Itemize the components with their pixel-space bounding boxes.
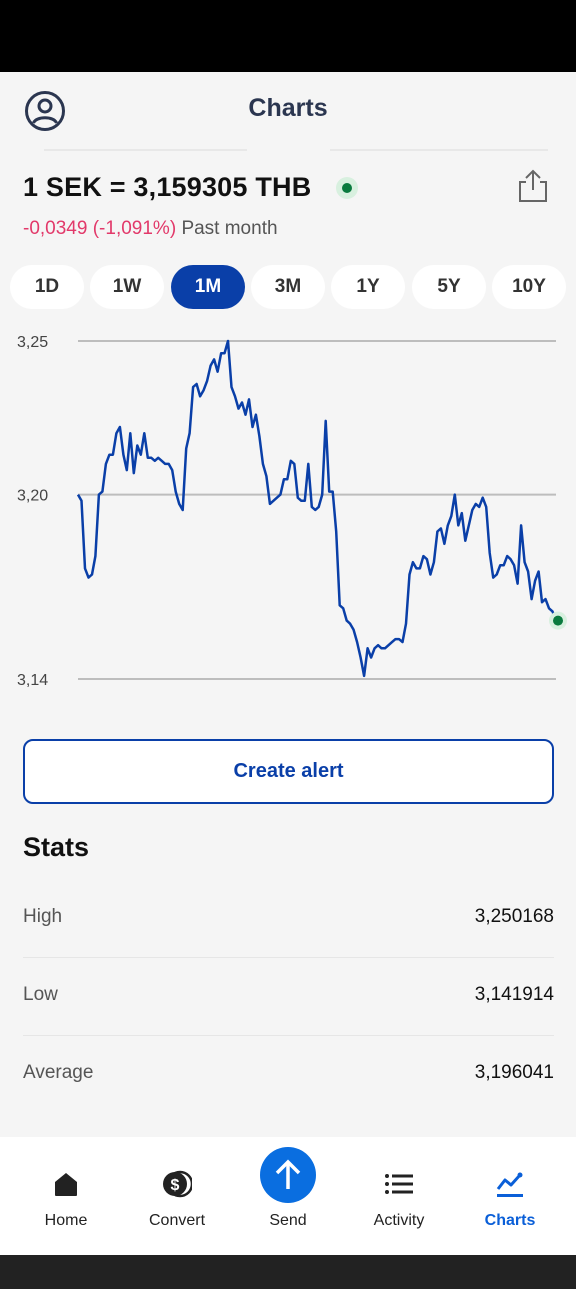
create-alert-button[interactable]: Create alert bbox=[23, 739, 554, 804]
stat-row-average: Average 3,196041 bbox=[23, 1036, 554, 1114]
range-tab-5y[interactable]: 5Y bbox=[412, 265, 486, 309]
stat-label: Average bbox=[23, 1062, 94, 1083]
range-tab-3m[interactable]: 3M bbox=[251, 265, 325, 309]
page-title: Charts bbox=[248, 94, 328, 122]
header-divider-right bbox=[330, 149, 548, 151]
range-tab-1y[interactable]: 1Y bbox=[331, 265, 405, 309]
change-period: Past month bbox=[181, 218, 278, 239]
y-tick-label: 3,14 bbox=[17, 672, 48, 689]
stat-row-high: High 3,250168 bbox=[23, 880, 554, 958]
nav-item-home[interactable]: Home bbox=[11, 1137, 121, 1255]
last-point-marker bbox=[553, 615, 563, 626]
nav-label: Charts bbox=[484, 1212, 536, 1229]
stats-title: Stats bbox=[23, 832, 90, 862]
range-tab-1d[interactable]: 1D bbox=[10, 265, 84, 309]
nav-item-charts[interactable]: Charts bbox=[455, 1137, 565, 1255]
nav-item-send[interactable]: Send bbox=[233, 1137, 343, 1255]
nav-item-convert[interactable]: $ Convert bbox=[122, 1137, 232, 1255]
nav-label: Convert bbox=[148, 1212, 206, 1229]
series-line bbox=[76, 339, 558, 678]
header-divider-left bbox=[44, 149, 247, 151]
stat-label: Low bbox=[23, 984, 58, 1005]
stat-value: 3,141914 bbox=[474, 984, 554, 1005]
svg-text:$: $ bbox=[171, 1177, 180, 1194]
rate-change: -0,0349 (-1,091%) Past month bbox=[23, 218, 278, 240]
change-value: -0,0349 (-1,091%) bbox=[23, 218, 177, 239]
share-icon[interactable] bbox=[516, 168, 550, 204]
bottom-nav: Home $ Convert Send Activity Charts bbox=[0, 1137, 576, 1255]
nav-item-activity[interactable]: Activity bbox=[344, 1137, 454, 1255]
stat-row-low: Low 3,141914 bbox=[23, 958, 554, 1036]
stat-value: 3,250168 bbox=[474, 906, 554, 927]
nav-label: Send bbox=[269, 1212, 307, 1229]
exchange-rate: 1 SEK = 3,159305 THB bbox=[23, 172, 312, 202]
stat-value: 3,196041 bbox=[474, 1062, 554, 1083]
stat-label: High bbox=[23, 906, 63, 927]
range-tab-1m[interactable]: 1M bbox=[171, 265, 245, 309]
rate-chart: 3,25 3,20 3,14 bbox=[17, 334, 567, 689]
range-tabs: 1D 1W 1M 3M 1Y 5Y 10Y bbox=[10, 265, 570, 309]
live-indicator bbox=[336, 177, 358, 199]
activity-icon bbox=[385, 1174, 413, 1194]
header: Charts bbox=[0, 72, 576, 150]
status-bar bbox=[0, 0, 576, 72]
range-tab-1w[interactable]: 1W bbox=[90, 265, 164, 309]
home-icon bbox=[55, 1173, 77, 1196]
nav-label: Activity bbox=[373, 1212, 425, 1229]
y-tick-label: 3,25 bbox=[17, 334, 48, 351]
y-tick-label: 3,20 bbox=[17, 488, 48, 505]
charts-icon bbox=[496, 1172, 523, 1197]
send-icon bbox=[260, 1147, 316, 1203]
range-tab-10y[interactable]: 10Y bbox=[492, 265, 566, 309]
convert-icon: $ bbox=[163, 1170, 192, 1198]
system-nav-bar bbox=[0, 1255, 576, 1289]
nav-label: Home bbox=[44, 1212, 88, 1229]
